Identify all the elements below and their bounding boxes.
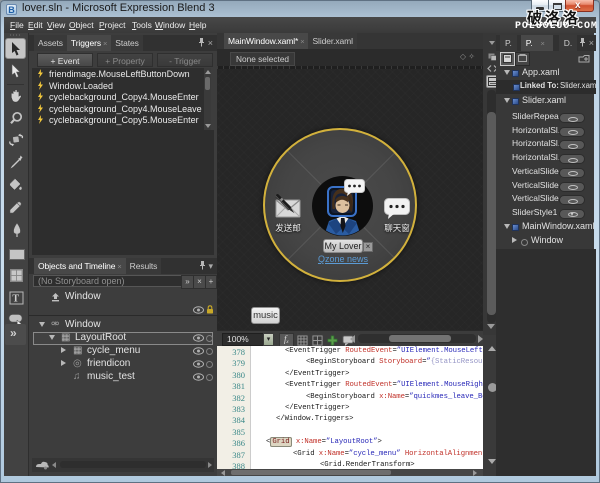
svg-text:T: T [12,294,19,305]
